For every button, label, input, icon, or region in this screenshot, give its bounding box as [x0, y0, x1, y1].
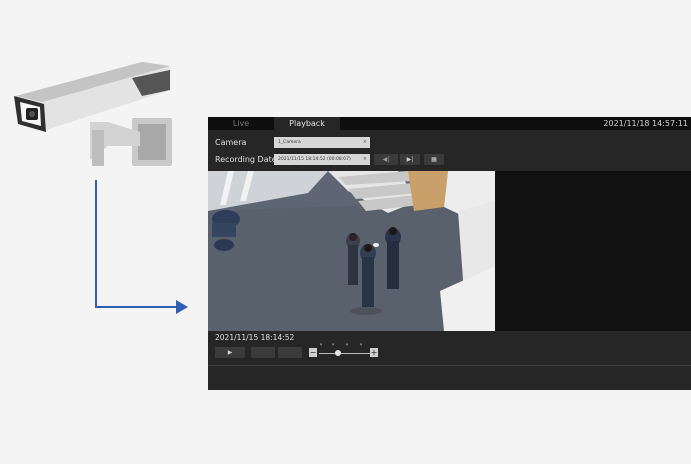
recording-date-value: 2021/11/15 18:14:52 (00:08:07) — [278, 157, 351, 162]
previous-clip-icon: ◀| — [382, 156, 390, 163]
clear-icon[interactable]: × — [363, 137, 367, 148]
camera-select-value: 1_Camera — [278, 140, 301, 145]
play-button[interactable]: ▶ — [215, 347, 245, 358]
connector-line-horizontal — [95, 306, 177, 308]
arrow-head-icon — [176, 300, 188, 314]
playback-timestamp: 2021/11/15 18:14:52 — [215, 333, 295, 342]
speed-tick-icon: ᵠ — [332, 343, 335, 349]
camera-label: Camera — [215, 138, 247, 147]
calendar-button[interactable]: ▦ — [424, 154, 444, 165]
empty-video-pane — [495, 171, 691, 331]
recording-date-label: Recording Date — [215, 155, 277, 164]
clear-icon[interactable]: × — [363, 154, 367, 165]
play-icon: ▶ — [227, 349, 233, 356]
system-clock: 2021/11/18 14:57:11 — [603, 119, 688, 128]
tab-live[interactable]: Live — [208, 117, 274, 130]
next-clip-button[interactable]: ▶| — [400, 154, 420, 165]
illustration-stage: Live Playback 2021/11/18 14:57:11 Camera… — [0, 0, 691, 464]
tab-playback[interactable]: Playback — [274, 117, 340, 130]
frame-forward-button[interactable] — [278, 347, 302, 358]
zoom-in-button[interactable]: + — [370, 348, 378, 357]
speed-tick-icon: ᵠ — [346, 343, 349, 349]
recording-date-select[interactable]: 2021/11/15 18:14:52 (00:08:07) × — [274, 154, 370, 165]
frame-back-button[interactable] — [251, 347, 275, 358]
camera-row: Camera 1_Camera × — [208, 136, 691, 150]
calendar-icon: ▦ — [431, 156, 437, 163]
speed-tick-icon: ᵠ — [360, 343, 363, 349]
speed-tick-icon: ᵠ — [320, 343, 323, 349]
video-frame — [208, 171, 495, 331]
divider — [208, 365, 691, 366]
tab-bar: Live Playback 2021/11/18 14:57:11 — [208, 117, 691, 130]
connector-line-vertical — [95, 180, 97, 308]
security-camera-icon — [14, 62, 172, 166]
zoom-out-button[interactable]: − — [309, 348, 317, 357]
previous-clip-button[interactable]: ◀| — [374, 154, 398, 165]
camera-select[interactable]: 1_Camera × — [274, 137, 370, 148]
next-clip-icon: ▶| — [406, 156, 414, 163]
playback-viewer: Live Playback 2021/11/18 14:57:11 Camera… — [208, 117, 691, 390]
zoom-slider-handle[interactable] — [335, 350, 341, 356]
zoom-slider-track[interactable] — [319, 353, 373, 354]
recording-date-row: Recording Date 2021/11/15 18:14:52 (00:0… — [208, 153, 691, 167]
